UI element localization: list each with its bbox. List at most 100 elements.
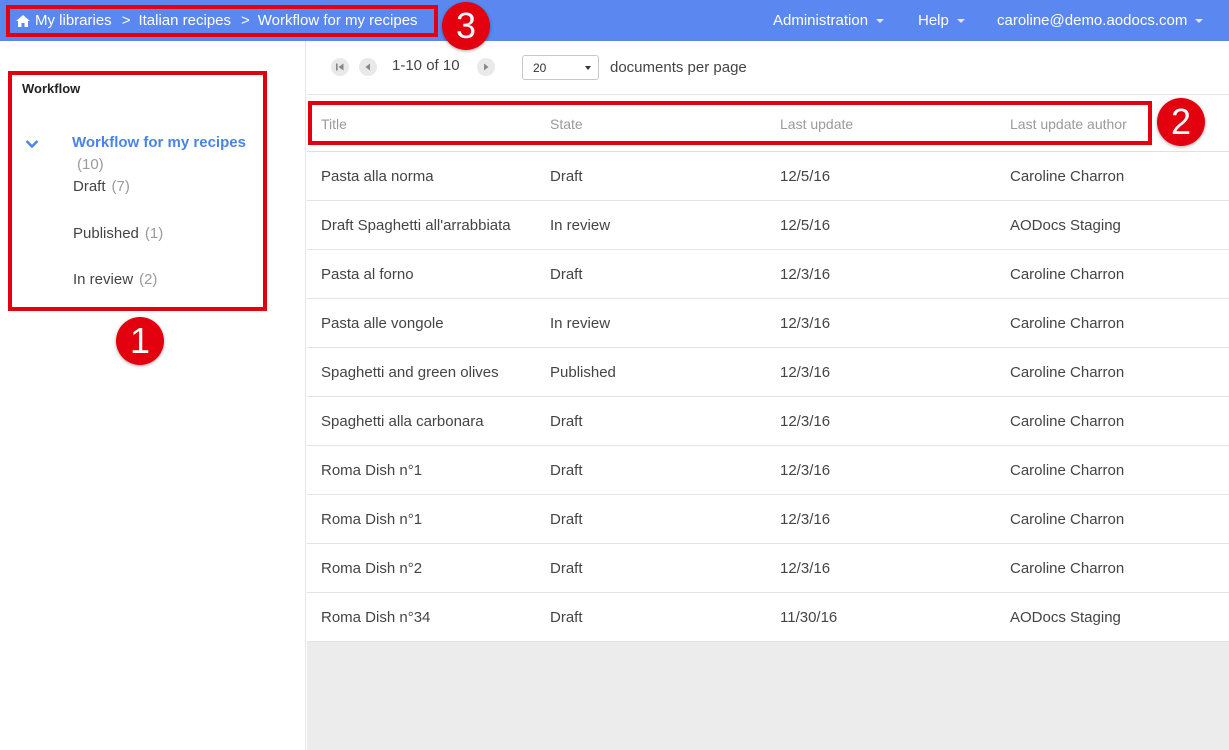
breadcrumb-separator: > (121, 12, 131, 29)
per-page-value: 20 (533, 61, 547, 75)
document-list-area: 1-10 of 10 20 documents per page Title S… (307, 41, 1229, 750)
first-page-icon (336, 63, 344, 71)
table-row[interactable]: Roma Dish n°1 Draft 12/3/16 Caroline Cha… (307, 446, 1229, 495)
cell-title: Roma Dish n°2 (321, 560, 423, 577)
table-row[interactable]: Pasta alla norma Draft 12/5/16 Caroline … (307, 152, 1229, 201)
state-count: (1) (144, 225, 164, 242)
table-row[interactable]: Pasta alle vongole In review 12/3/16 Car… (307, 299, 1229, 348)
cell-last-update: 12/3/16 (780, 511, 831, 528)
previous-page-button[interactable] (359, 58, 377, 76)
cell-state: Draft (550, 266, 583, 283)
breadcrumb-separator: > (241, 12, 250, 29)
cell-last-update: 12/3/16 (780, 315, 831, 332)
state-label: In review (73, 271, 134, 288)
chevron-down-icon[interactable] (25, 139, 39, 149)
cell-last-update: 12/5/16 (780, 217, 831, 234)
table-row[interactable]: Roma Dish n°34 Draft 11/30/16 AODocs Sta… (307, 593, 1229, 642)
workflow-count: (10) (77, 156, 104, 173)
first-page-button[interactable] (331, 58, 349, 76)
table-row[interactable]: Spaghetti and green olives Published 12/… (307, 348, 1229, 397)
user-menu[interactable]: caroline@demo.aodocs.com (997, 0, 1204, 41)
caret-down-icon (956, 18, 965, 23)
table-row[interactable]: Draft Spaghetti all'arrabbiata In review… (307, 201, 1229, 250)
breadcrumb-workflow[interactable]: Workflow for my recipes (258, 12, 418, 29)
previous-page-icon (365, 63, 370, 71)
cell-author: AODocs Staging (1010, 609, 1121, 626)
cell-state: Draft (550, 609, 583, 626)
home-icon[interactable] (16, 14, 30, 27)
cell-title: Roma Dish n°1 (321, 511, 423, 528)
cell-last-update: 12/3/16 (780, 413, 831, 430)
workflow-sidebar: Workflow Workflow for my recipes (10) Dr… (0, 41, 306, 750)
state-item-published[interactable]: Published (1) (73, 225, 163, 242)
column-header-state[interactable]: State (550, 116, 583, 132)
state-item-in-review[interactable]: In review (2) (73, 271, 157, 288)
annotation-marker-2: 2 (1157, 98, 1205, 146)
table-row[interactable]: Pasta al forno Draft 12/3/16 Caroline Ch… (307, 250, 1229, 299)
state-label: Draft (73, 178, 106, 195)
administration-menu-label: Administration (773, 12, 869, 29)
cell-title: Pasta alla norma (321, 168, 434, 185)
cell-state: Draft (550, 168, 583, 185)
cell-author: Caroline Charron (1010, 364, 1125, 381)
cell-author: AODocs Staging (1010, 217, 1121, 234)
next-page-icon (484, 63, 489, 71)
select-caret-icon (585, 66, 591, 70)
table-row[interactable]: Spaghetti alla carbonara Draft 12/3/16 C… (307, 397, 1229, 446)
cell-title: Pasta al forno (321, 266, 414, 283)
column-header-title[interactable]: Title (321, 116, 347, 132)
cell-last-update: 12/3/16 (780, 560, 831, 577)
help-menu-label: Help (918, 12, 949, 29)
caret-down-icon (1195, 18, 1204, 23)
cell-state: Published (550, 364, 616, 381)
user-email: caroline@demo.aodocs.com (997, 12, 1188, 29)
breadcrumb-my-libraries[interactable]: My libraries (35, 12, 112, 29)
help-menu[interactable]: Help (918, 0, 965, 41)
cell-last-update: 11/30/16 (780, 609, 838, 626)
documents-table: Title State Last update Last update auth… (307, 95, 1229, 642)
page-range: 1-10 of 10 (392, 57, 460, 74)
annotation-marker-1: 1 (116, 317, 164, 365)
cell-title: Roma Dish n°1 (321, 462, 423, 479)
table-header: Title State Last update Last update auth… (307, 95, 1229, 152)
cell-state: Draft (550, 462, 583, 479)
cell-state: In review (550, 217, 611, 234)
sidebar-title: Workflow (22, 81, 81, 96)
cell-last-update: 12/5/16 (780, 168, 831, 185)
breadcrumb-italian-recipes[interactable]: Italian recipes (138, 12, 231, 29)
cell-state: Draft (550, 560, 583, 577)
cell-author: Caroline Charron (1010, 560, 1125, 577)
state-label: Published (73, 225, 139, 242)
cell-author: Caroline Charron (1010, 511, 1125, 528)
caret-down-icon (876, 18, 885, 23)
administration-menu[interactable]: Administration (773, 0, 885, 41)
cell-author: Caroline Charron (1010, 462, 1125, 479)
column-header-last-update[interactable]: Last update (780, 116, 853, 132)
cell-state: Draft (550, 511, 583, 528)
top-navigation-bar: My libraries > Italian recipes > Workflo… (0, 0, 1229, 41)
cell-last-update: 12/3/16 (780, 364, 831, 381)
cell-author: Caroline Charron (1010, 413, 1125, 430)
cell-title: Roma Dish n°34 (321, 609, 431, 626)
per-page-select[interactable]: 20 (522, 55, 599, 80)
cell-author: Caroline Charron (1010, 266, 1125, 283)
state-count: (7) (111, 178, 130, 195)
per-page-label: documents per page (610, 59, 747, 76)
workflow-name[interactable]: Workflow for my recipes (72, 134, 246, 151)
cell-title: Spaghetti and green olives (321, 364, 499, 381)
breadcrumb: My libraries > Italian recipes > Workflo… (16, 0, 418, 41)
cell-state: In review (550, 315, 611, 332)
cell-title: Draft Spaghetti all'arrabbiata (321, 217, 511, 234)
next-page-button[interactable] (477, 58, 495, 76)
table-row[interactable]: Roma Dish n°2 Draft 12/3/16 Caroline Cha… (307, 544, 1229, 593)
state-item-draft[interactable]: Draft (7) (73, 178, 130, 195)
table-row[interactable]: Roma Dish n°1 Draft 12/3/16 Caroline Cha… (307, 495, 1229, 544)
state-count: (2) (139, 271, 158, 288)
cell-author: Caroline Charron (1010, 315, 1125, 332)
cell-last-update: 12/3/16 (780, 462, 831, 479)
annotation-marker-3: 3 (442, 2, 490, 50)
cell-title: Spaghetti alla carbonara (321, 413, 484, 430)
cell-state: Draft (550, 413, 583, 430)
column-header-last-update-author[interactable]: Last update author (1010, 116, 1127, 132)
cell-title: Pasta alle vongole (321, 315, 444, 332)
